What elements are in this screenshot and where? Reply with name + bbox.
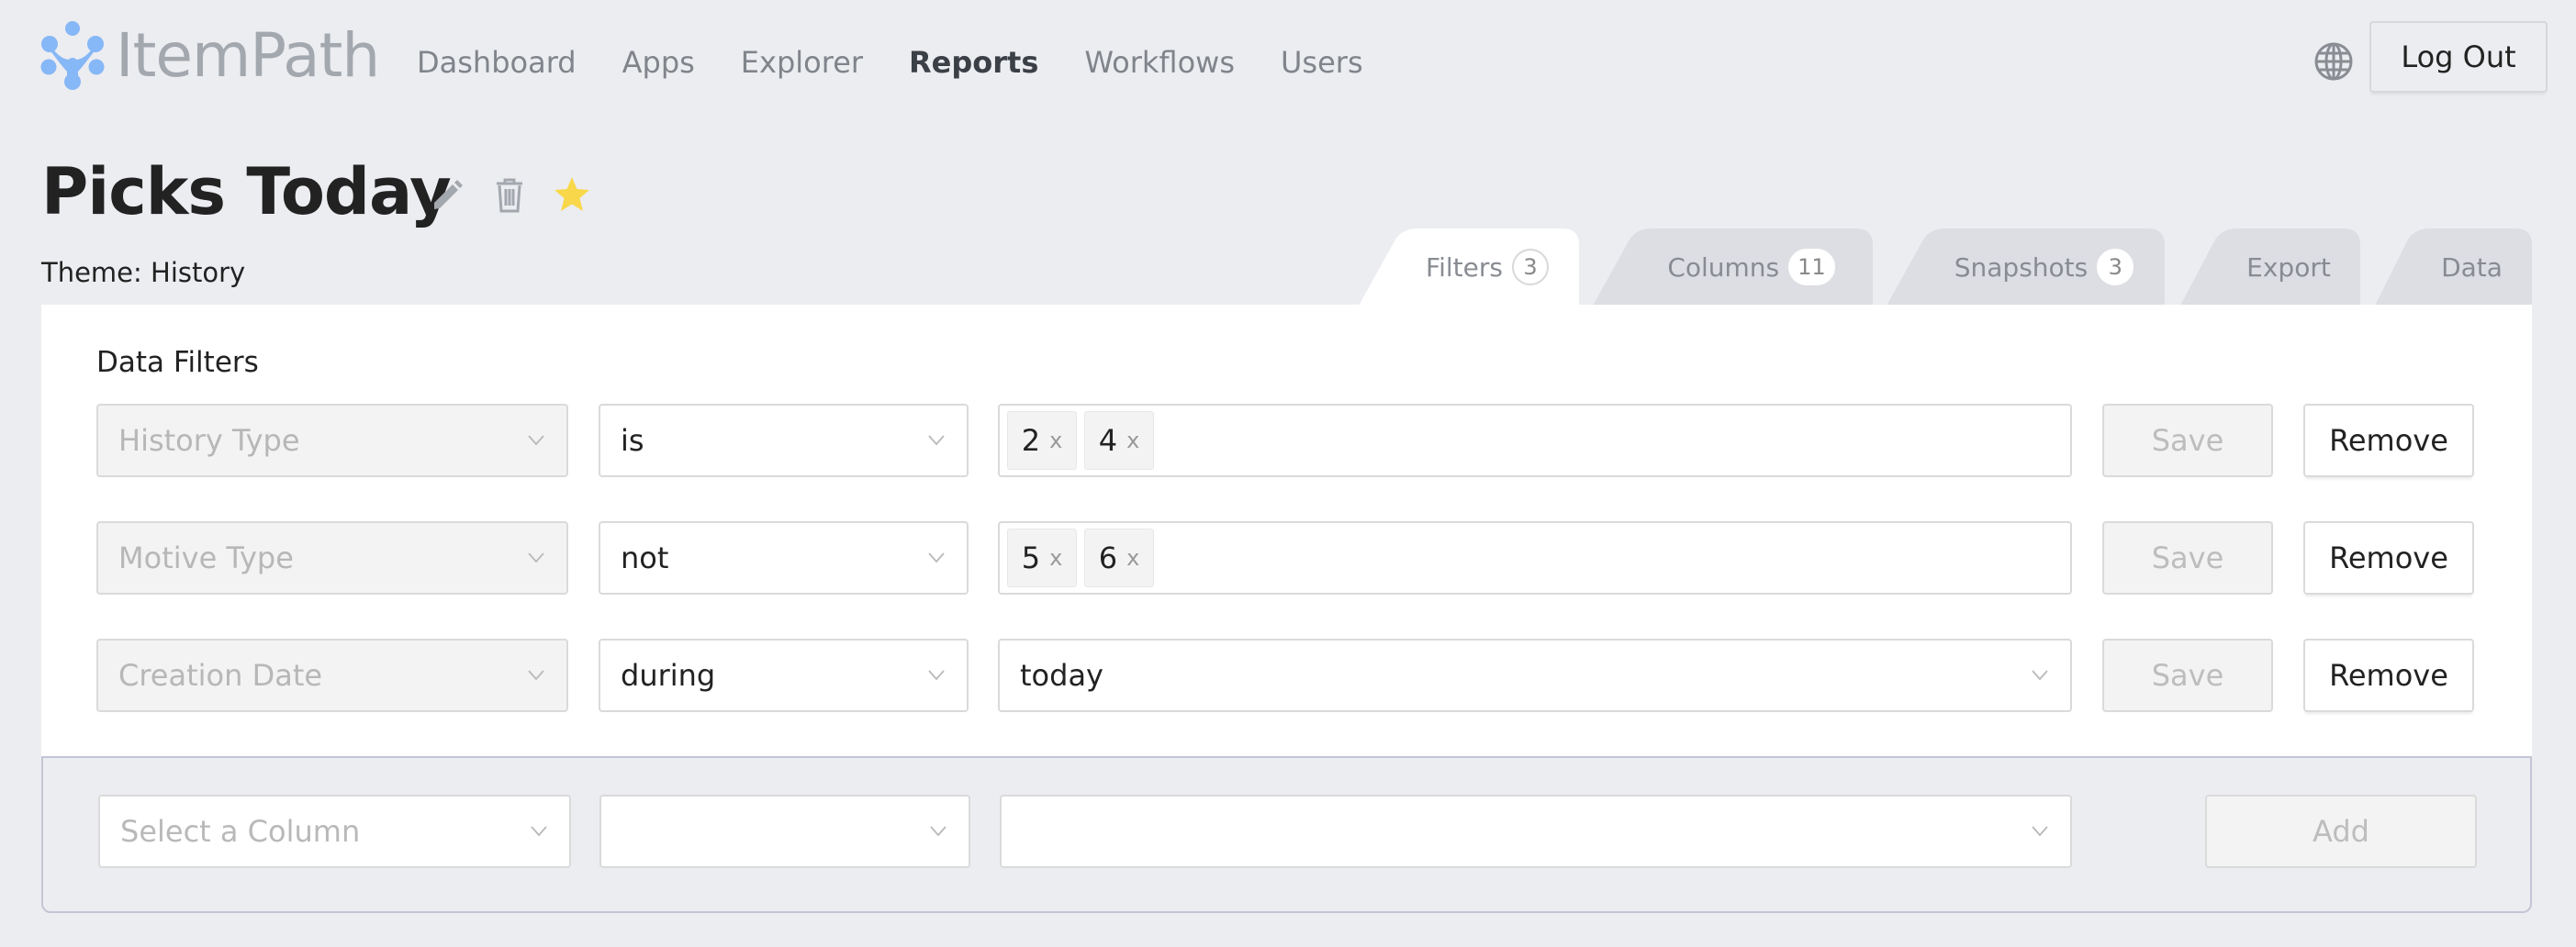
tab-filters[interactable]: Filters 3 [1359, 228, 1579, 306]
tab-label: Snapshots [1954, 251, 2089, 283]
chip-remove-icon[interactable]: x [1049, 545, 1062, 571]
value-chip: 2 x [1007, 411, 1077, 470]
itempath-logo-icon [40, 21, 105, 90]
chevron-down-icon [2032, 826, 2048, 837]
tab-label: Filters [1426, 251, 1503, 283]
select-value: History Type [118, 423, 300, 458]
chip-remove-icon[interactable]: x [1126, 428, 1139, 453]
value-chip: 6 x [1084, 529, 1154, 587]
filter-values-input[interactable]: 5 x 6 x [998, 521, 2072, 595]
tab-export[interactable]: Export [2180, 228, 2360, 306]
tab-label: Columns [1667, 251, 1780, 283]
nav-explorer[interactable]: Explorer [741, 40, 863, 84]
filter-row: Motive Type not 5 x 6 x Save Remove [96, 521, 2511, 595]
chip-remove-icon[interactable]: x [1049, 428, 1062, 453]
select-value: is [621, 423, 644, 458]
chevron-down-icon [928, 670, 945, 681]
remove-filter-button[interactable]: Remove [2303, 639, 2474, 712]
select-placeholder: Select a Column [120, 814, 361, 849]
filter-row: Creation Date during today Save Remove [96, 639, 2511, 712]
remove-filter-button[interactable]: Remove [2303, 404, 2474, 477]
nav-workflows[interactable]: Workflows [1084, 40, 1235, 84]
chevron-down-icon [930, 826, 946, 837]
logout-button[interactable]: Log Out [2369, 21, 2548, 93]
filter-operator-select[interactable]: not [599, 521, 969, 595]
filter-column-select[interactable]: History Type [96, 404, 568, 477]
chevron-down-icon [928, 552, 945, 563]
title-actions [427, 174, 592, 215]
tab-label: Data [2441, 251, 2503, 283]
filters-count-badge: 3 [1511, 249, 1549, 285]
nav-dashboard[interactable]: Dashboard [417, 40, 577, 84]
filters-panel: Data Filters History Type is 2 x 4 x Sav… [41, 305, 2532, 756]
tab-filters-label: Filters 3 [1389, 249, 1549, 285]
tab-columns[interactable]: Columns 11 [1593, 228, 1873, 306]
save-filter-button[interactable]: Save [2102, 521, 2273, 595]
main-nav: Dashboard Apps Explorer Reports Workflow… [417, 40, 1409, 84]
star-icon[interactable] [552, 174, 592, 215]
columns-count-badge: 11 [1788, 249, 1835, 285]
chevron-down-icon [528, 435, 544, 446]
top-nav: ItemPath Dashboard Apps Explorer Reports… [0, 0, 2576, 119]
chip-value: 6 [1098, 540, 1118, 575]
page-title: Picks Today [41, 154, 452, 229]
new-filter-operator-select[interactable] [599, 795, 970, 868]
chevron-down-icon [528, 670, 544, 681]
tab-columns-label: Columns 11 [1630, 249, 1835, 285]
select-value: Motive Type [118, 540, 294, 575]
add-filter-row: Select a Column Add [98, 795, 2513, 868]
tab-data-label: Data [2404, 252, 2503, 283]
add-filter-area: Select a Column Add [41, 756, 2532, 913]
value-chip: 4 x [1084, 411, 1154, 470]
tab-snapshots-label: Snapshots 3 [1918, 249, 2134, 285]
select-value: not [621, 540, 669, 575]
filter-values-input[interactable]: 2 x 4 x [998, 404, 2072, 477]
data-filters-heading: Data Filters [96, 346, 259, 379]
filter-operator-select[interactable]: is [599, 404, 969, 477]
chip-value: 2 [1021, 423, 1041, 458]
nav-users[interactable]: Users [1281, 40, 1363, 84]
chip-value: 4 [1098, 423, 1118, 458]
save-filter-button[interactable]: Save [2102, 404, 2273, 477]
filter-operator-select[interactable]: during [599, 639, 969, 712]
select-value: during [621, 658, 716, 693]
chip-remove-icon[interactable]: x [1126, 545, 1139, 571]
filter-row: History Type is 2 x 4 x Save Remove [96, 404, 2511, 477]
nav-apps[interactable]: Apps [622, 40, 695, 84]
add-filter-button[interactable]: Add [2205, 795, 2477, 868]
chevron-down-icon [528, 552, 544, 563]
new-filter-value-select[interactable] [1000, 795, 2072, 868]
brand-logo[interactable]: ItemPath [40, 18, 380, 92]
tab-label: Export [2246, 251, 2331, 283]
select-value: Creation Date [118, 658, 323, 693]
filter-value-select[interactable]: today [998, 639, 2072, 712]
trash-icon[interactable] [489, 174, 530, 215]
remove-filter-button[interactable]: Remove [2303, 521, 2474, 595]
value-chip: 5 x [1007, 529, 1077, 587]
brand-name: ItemPath [116, 19, 380, 91]
filter-column-select[interactable]: Creation Date [96, 639, 568, 712]
chevron-down-icon [928, 435, 945, 446]
chevron-down-icon [2032, 670, 2048, 681]
globe-icon[interactable] [2313, 41, 2354, 82]
new-filter-column-select[interactable]: Select a Column [98, 795, 571, 868]
save-filter-button[interactable]: Save [2102, 639, 2273, 712]
theme-label: Theme: History [41, 257, 246, 288]
chip-value: 5 [1021, 540, 1041, 575]
filter-column-select[interactable]: Motive Type [96, 521, 568, 595]
chevron-down-icon [531, 826, 547, 837]
select-value: today [1020, 658, 1103, 693]
pencil-icon[interactable] [427, 174, 467, 215]
tab-snapshots[interactable]: Snapshots 3 [1887, 228, 2165, 306]
snapshots-count-badge: 3 [2097, 249, 2134, 285]
tab-data[interactable]: Data [2375, 228, 2532, 306]
nav-reports[interactable]: Reports [909, 40, 1038, 84]
tab-export-label: Export [2210, 252, 2331, 283]
